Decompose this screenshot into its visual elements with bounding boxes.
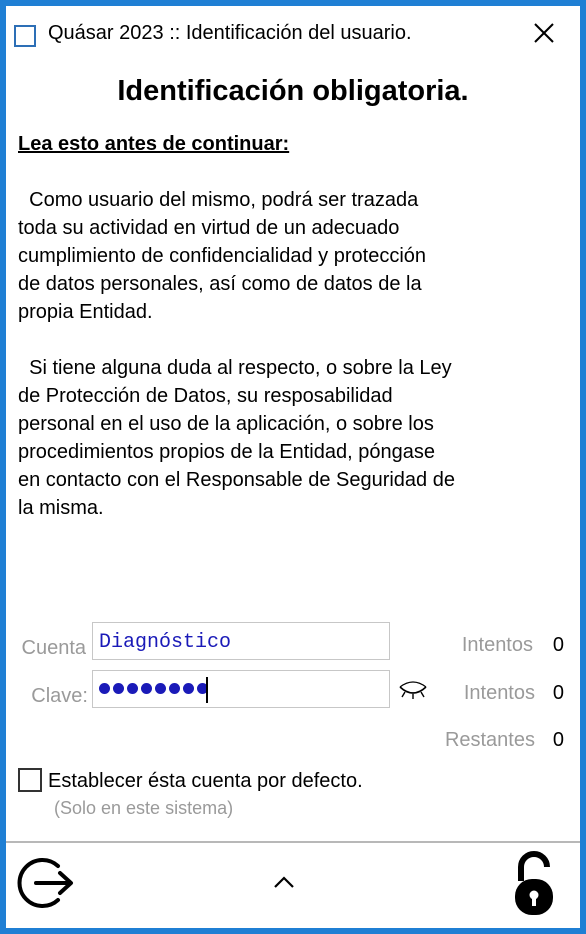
default-account-checkbox[interactable] (18, 768, 42, 792)
attempts-value-2: 0 (552, 682, 564, 704)
exit-icon (17, 858, 73, 908)
attempts-value: 0 (552, 634, 564, 656)
text-caret (206, 677, 208, 703)
password-label: Clave: (31, 685, 88, 707)
default-account-note: (Solo en este sistema) (54, 798, 234, 818)
attempts-label: Intentos (461, 634, 533, 656)
title-bar: Quásar 2023 :: Identificación del usuari… (6, 6, 580, 54)
expand-button[interactable] (272, 874, 296, 890)
show-password-button[interactable] (397, 679, 429, 701)
notice-heading: Lea esto antes de continuar: (18, 133, 290, 155)
app-icon (14, 25, 36, 47)
footer-divider (6, 841, 580, 843)
account-label: Cuenta (21, 637, 87, 659)
unlock-button[interactable] (510, 849, 558, 919)
notice-paragraph-2: Si tiene alguna duda al respecto, o sobr… (18, 357, 455, 519)
notice-paragraph-1: Como usuario del mismo, podrá ser trazad… (18, 189, 427, 323)
password-dot (127, 683, 138, 694)
window-title: Quásar 2023 :: Identificación del usuari… (48, 22, 412, 44)
password-dot (113, 683, 124, 694)
password-input[interactable] (92, 670, 390, 708)
account-value: Diagnóstico (99, 631, 232, 654)
chevron-up-icon (274, 876, 294, 888)
close-icon (534, 23, 554, 43)
password-dot (141, 683, 152, 694)
eye-closed-icon (399, 681, 427, 699)
unlock-icon (515, 851, 553, 915)
password-dot (183, 683, 194, 694)
exit-button[interactable] (14, 852, 76, 914)
remaining-label: Restantes (444, 729, 535, 751)
account-input[interactable]: Diagnóstico (92, 622, 390, 660)
password-dot (155, 683, 166, 694)
password-mask (99, 683, 208, 695)
page-title: Identificación obligatoria. (117, 75, 469, 107)
close-button[interactable] (525, 16, 565, 48)
attempts-label-2: Intentos (463, 682, 535, 704)
password-dot (169, 683, 180, 694)
remaining-value: 0 (552, 729, 564, 751)
default-account-label[interactable]: Establecer ésta cuenta por defecto. (48, 770, 363, 793)
login-window: Quásar 2023 :: Identificación del usuari… (0, 0, 586, 934)
password-dot (99, 683, 110, 694)
